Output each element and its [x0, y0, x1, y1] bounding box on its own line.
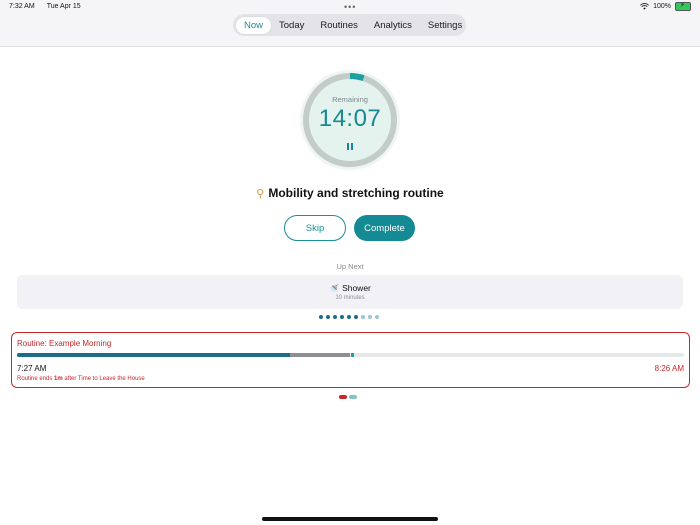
battery-icon: ⚡ [675, 2, 691, 11]
routine-card[interactable]: Routine: Example Morning 7:27 AM 8:26 AM… [11, 332, 690, 388]
tab-analytics[interactable]: Analytics [366, 17, 420, 34]
card-page-dot[interactable] [349, 395, 357, 399]
tab-bar: Now Today Routines Analytics Settings [233, 14, 466, 36]
battery-percent: 100% [653, 3, 671, 10]
home-indicator[interactable] [262, 517, 438, 521]
page-dot[interactable] [375, 315, 379, 319]
status-date: Tue Apr 15 [46, 3, 81, 10]
routine-progress-elapsed [17, 353, 291, 357]
status-bar-left: 7:32 AM Tue Apr 15 [9, 3, 81, 10]
routine-end-time: 8:26 AM [654, 364, 684, 373]
timer-ring: Remaining 14:07 [299, 69, 401, 171]
multitasking-dots[interactable]: ••• [344, 2, 356, 12]
routine-progress-current [290, 353, 351, 357]
timer-label: Remaining [332, 95, 368, 104]
page-dot[interactable] [326, 315, 330, 319]
tab-routines[interactable]: Routines [312, 17, 366, 34]
shower-icon: 🚿 [329, 284, 340, 293]
page-dot[interactable] [340, 315, 344, 319]
pause-icon[interactable] [346, 143, 354, 151]
card-page-indicator[interactable] [339, 395, 357, 399]
page-dot[interactable] [347, 315, 351, 319]
page-dot[interactable] [361, 315, 365, 319]
status-bar-right: 100% ⚡ [640, 2, 691, 11]
up-next-card[interactable]: 🚿 Shower 10 minutes [17, 275, 683, 309]
routine-progress-bar [17, 353, 684, 357]
page-dot[interactable] [333, 315, 337, 319]
complete-button[interactable]: Complete [354, 215, 415, 241]
routine-note-suffix: after Time to Leave the House [62, 376, 145, 382]
routine-note-bold: 1m [54, 376, 63, 382]
routine-note-prefix: Routine ends [17, 376, 55, 382]
routine-note: Routine ends 1m after Time to Leave the … [17, 376, 145, 382]
page-dot[interactable] [368, 315, 372, 319]
card-page-dot[interactable] [339, 395, 347, 399]
timer-value: 14:07 [318, 105, 382, 132]
status-time: 7:32 AM [9, 3, 35, 10]
current-task-title: ⚲ Mobility and stretching routine [0, 186, 700, 200]
page-dot[interactable] [354, 315, 358, 319]
task-page-indicator[interactable] [319, 315, 379, 319]
routine-title: Routine: Example Morning [17, 339, 112, 348]
page-dot[interactable] [319, 315, 323, 319]
top-bar: 7:32 AM Tue Apr 15 ••• 100% ⚡ Now Today Ro… [0, 0, 700, 47]
up-next-name: Shower [342, 283, 371, 293]
up-next-name-row: 🚿 Shower [17, 283, 683, 293]
routine-start-time: 7:27 AM [17, 364, 47, 373]
tab-settings[interactable]: Settings [420, 17, 470, 34]
current-task-label: Mobility and stretching routine [268, 186, 444, 200]
up-next-label: Up Next [336, 262, 364, 271]
up-next-duration: 10 minutes [335, 295, 365, 301]
routine-progress-marker [350, 353, 354, 357]
tab-now[interactable]: Now [236, 16, 272, 34]
stretching-icon: ⚲ [256, 188, 265, 200]
wifi-icon [640, 3, 650, 10]
tab-today[interactable]: Today [271, 17, 312, 34]
skip-button[interactable]: Skip [284, 215, 346, 241]
